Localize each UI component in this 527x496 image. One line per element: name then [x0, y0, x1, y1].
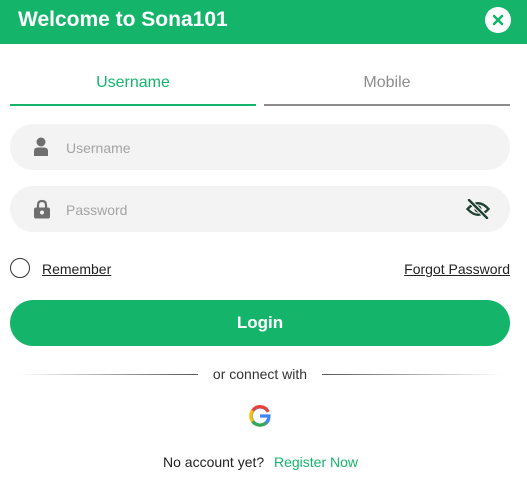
username-input[interactable]	[64, 124, 468, 172]
dialog-title: Welcome to Sona101	[18, 8, 228, 31]
login-button[interactable]: Login	[10, 300, 510, 346]
google-icon	[249, 405, 271, 427]
no-account-text: No account yet?	[163, 454, 265, 470]
lock-icon	[34, 199, 50, 219]
divider-text: or connect with	[212, 366, 308, 382]
divider-right	[322, 374, 502, 375]
password-field	[10, 186, 510, 234]
forgot-password-link[interactable]: Forgot Password	[404, 261, 510, 277]
user-icon	[34, 137, 48, 156]
remember-radio[interactable]	[10, 258, 30, 278]
dialog-header: Welcome to Sona101	[0, 0, 527, 44]
divider-left	[18, 374, 198, 375]
remember-label[interactable]: Remember	[42, 261, 111, 277]
username-field	[10, 124, 510, 172]
close-button[interactable]	[485, 7, 511, 33]
login-dialog: Welcome to Sona101 Username Mobile R	[0, 0, 527, 496]
register-link[interactable]: Register Now	[274, 454, 358, 470]
tab-username[interactable]: Username	[10, 72, 256, 106]
eye-off-icon[interactable]	[466, 199, 490, 219]
google-login-button[interactable]	[248, 404, 272, 428]
password-input[interactable]	[64, 186, 468, 234]
close-icon	[492, 14, 504, 26]
tab-mobile[interactable]: Mobile	[264, 72, 510, 106]
